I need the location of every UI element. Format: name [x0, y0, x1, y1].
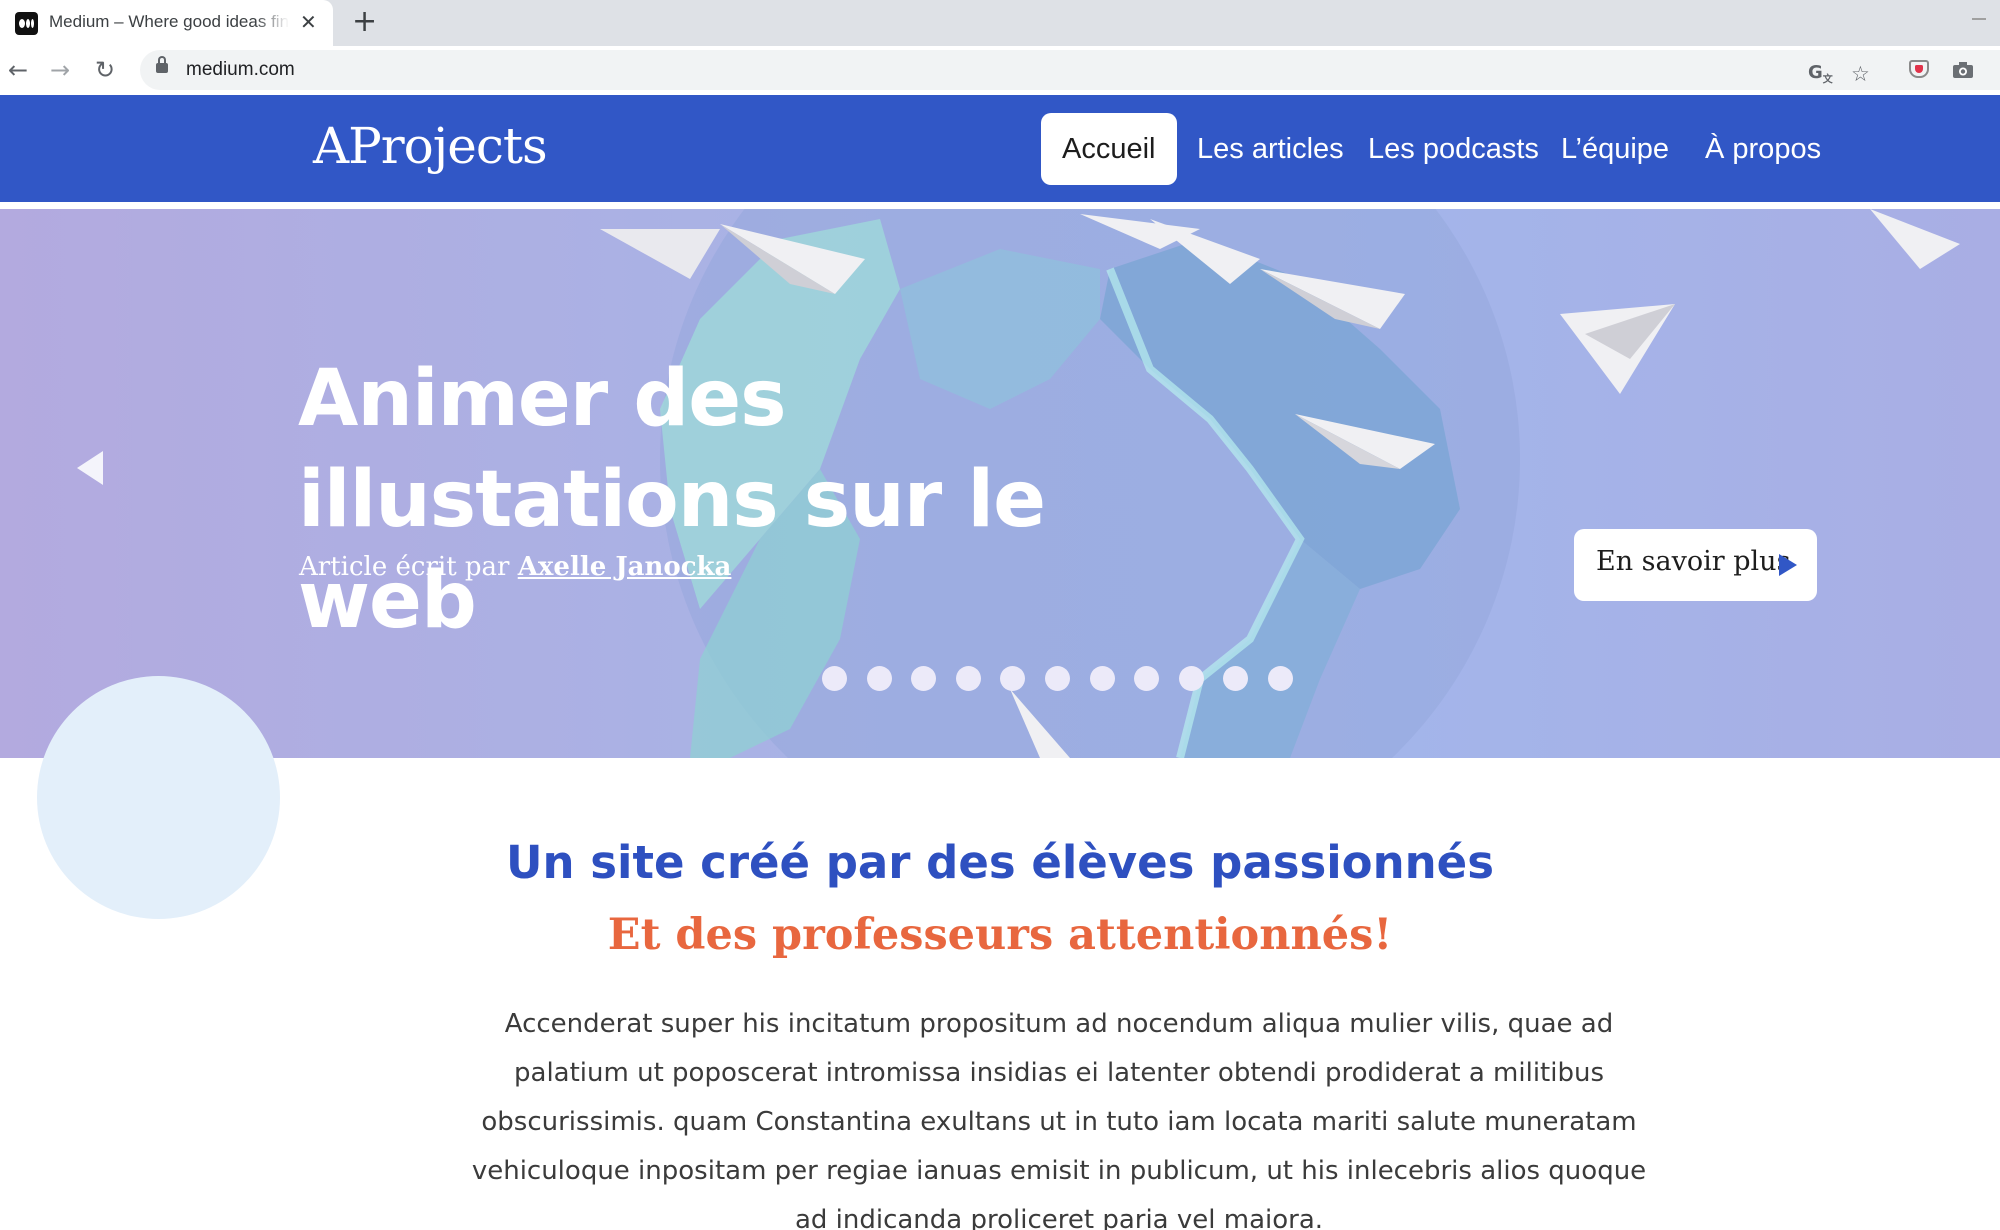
section-title: Un site créé par des élèves passionnés: [506, 836, 1494, 889]
hero-byline: Article écrit par Axelle Janocka: [299, 552, 731, 582]
pocket-icon[interactable]: [1909, 60, 1929, 78]
browser-tab[interactable]: Medium – Where good ideas find ✕: [0, 0, 333, 46]
nav-item-equipe[interactable]: L’équipe: [1561, 113, 1669, 185]
nav-item-a-propos[interactable]: À propos: [1705, 113, 1821, 185]
new-tab-icon[interactable]: +: [352, 4, 377, 39]
read-more-button[interactable]: En savoir plus: [1574, 529, 1817, 601]
tab-title: Medium – Where good ideas find: [49, 12, 289, 32]
star-icon[interactable]: ☆: [1851, 62, 1870, 86]
header-divider: [0, 202, 2000, 209]
browser-toolbar: ← → ↻ medium.com G文 ☆: [0, 46, 2000, 95]
url-text: medium.com: [186, 59, 295, 80]
nav-item-podcasts[interactable]: Les podcasts: [1368, 113, 1539, 185]
translate-icon[interactable]: G文: [1808, 62, 1833, 86]
carousel-prev-icon[interactable]: [77, 451, 103, 485]
hero-title-line1: Animer des: [298, 354, 787, 444]
nav-item-articles[interactable]: Les articles: [1197, 113, 1344, 185]
forward-icon[interactable]: →: [50, 56, 70, 84]
medium-logo-icon: [15, 12, 38, 35]
hero-title: Animer des illustations sur le web: [298, 349, 1198, 652]
site-header: AProjects Accueil Les articles Les podca…: [0, 95, 2000, 202]
back-icon[interactable]: ←: [8, 56, 28, 84]
section-subtitle: Et des professeurs attentionnés!: [607, 910, 1393, 960]
play-icon: [1779, 554, 1797, 576]
browser-tab-strip: Medium – Where good ideas find ✕ +: [0, 0, 2000, 46]
author-link[interactable]: Axelle Janocka: [518, 552, 732, 582]
address-bar[interactable]: medium.com G文 ☆: [140, 50, 2000, 90]
hero-title-line2: illustations sur le web: [298, 455, 1046, 646]
reload-icon[interactable]: ↻: [95, 56, 115, 84]
close-tab-icon[interactable]: ✕: [300, 10, 317, 34]
lock-icon: [156, 56, 168, 73]
nav-item-accueil[interactable]: Accueil: [1041, 113, 1177, 185]
camera-icon[interactable]: [1952, 61, 1974, 79]
intro-paragraph: Accenderat super his incitatum propositu…: [471, 1009, 1647, 1230]
site-logo[interactable]: AProjects: [313, 117, 548, 175]
byline-prefix: Article écrit par: [299, 552, 518, 582]
read-more-label: En savoir plus: [1596, 546, 1791, 577]
minimize-icon[interactable]: [1972, 18, 1986, 20]
